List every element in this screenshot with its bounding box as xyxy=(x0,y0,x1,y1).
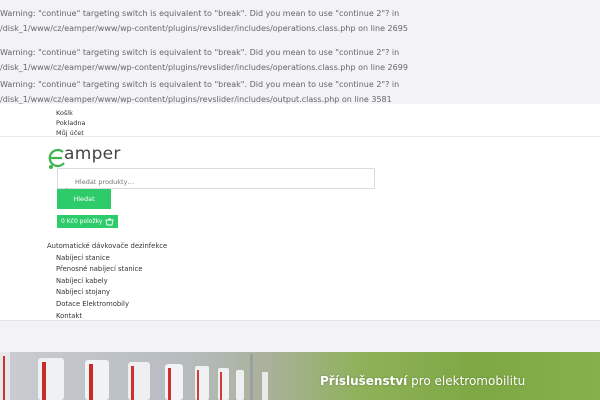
banner-heading-rest: pro elektromobilitu xyxy=(407,374,526,388)
banner-heading: Příslušenství pro elektromobilitu xyxy=(320,374,525,388)
top-bar: Košík Pokladna Můj účet xyxy=(0,104,600,137)
menu-item-charging-stations[interactable]: Nabíjecí stanice xyxy=(47,253,167,265)
cart-button[interactable]: 0 Kč0 položky xyxy=(57,215,119,228)
site-header: amper Hledat 0 Kč0 položky Automatické d… xyxy=(0,137,600,321)
basket-icon xyxy=(105,217,115,225)
menu-item-contact[interactable]: Kontakt xyxy=(47,311,167,323)
menu-item-charging-cables[interactable]: Nabíjecí kabely xyxy=(47,276,167,288)
menu-item-subsidies[interactable]: Dotace Elektromobily xyxy=(47,299,167,311)
hero-banner: Příslušenství pro elektromobilitu xyxy=(0,352,600,400)
cart-label: 0 Kč0 položky xyxy=(61,218,103,225)
top-menu-cart-link[interactable]: Košík xyxy=(56,108,85,118)
search-button[interactable]: Hledat xyxy=(57,189,111,209)
menu-item-charging-stands[interactable]: Nabíjecí stojany xyxy=(47,287,167,299)
php-warning-2: Warning: "continue" targeting switch is … xyxy=(0,48,408,72)
banner-heading-bold: Příslušenství xyxy=(320,374,408,388)
logo-text: amper xyxy=(64,144,121,164)
php-warning-1: Warning: "continue" targeting switch is … xyxy=(0,9,408,33)
menu-item-portable-stations[interactable]: Přenosné nabíjecí stanice xyxy=(47,264,167,276)
main-menu: Automatické dávkovače dezinfekce Nabíjec… xyxy=(47,241,167,322)
top-menu-checkout-link[interactable]: Pokladna xyxy=(56,118,85,128)
php-warning-3: Warning: "continue" targeting switch is … xyxy=(0,80,400,104)
search-box xyxy=(57,168,375,193)
menu-item-dispensers[interactable]: Automatické dávkovače dezinfekce xyxy=(47,241,167,253)
top-menu: Košík Pokladna Můj účet xyxy=(56,108,85,138)
